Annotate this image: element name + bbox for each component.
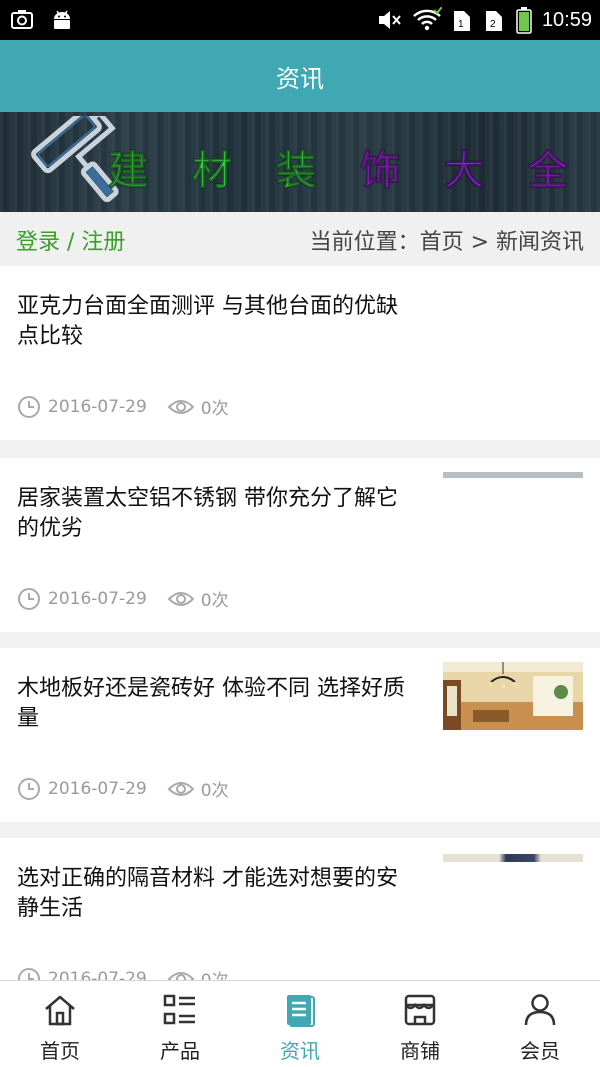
tab-member[interactable]: 会员	[480, 981, 600, 1067]
news-title[interactable]: 选对正确的隔音材料 才能选对想要的安静生活	[17, 864, 407, 924]
tab-label: 资讯	[280, 1039, 320, 1063]
news-meta: 2016-07-29 0次	[17, 394, 229, 419]
svg-text:1: 1	[458, 19, 464, 30]
sim2-icon: 2	[485, 11, 502, 31]
eye-icon	[167, 971, 195, 980]
status-bar: 1 2 10:59	[0, 0, 600, 40]
news-date: 2016-07-29	[48, 778, 147, 799]
member-icon	[524, 994, 556, 1026]
news-document-icon	[287, 995, 315, 1027]
banner-char: 装	[276, 147, 317, 195]
tab-shop[interactable]: 商铺	[360, 981, 480, 1067]
news-meta: 2016-07-29 0次	[17, 966, 229, 980]
tab-home[interactable]: 首页	[0, 981, 120, 1067]
news-date: 2016-07-29	[48, 968, 147, 981]
news-meta: 2016-07-29 0次	[17, 586, 229, 611]
banner-title: 建 材 装 饰 大 全	[108, 138, 569, 196]
banner-char: 饰	[360, 147, 401, 195]
news-meta: 2016-07-29 0次	[17, 776, 229, 801]
tab-label: 会员	[520, 1039, 560, 1063]
news-thumbnail[interactable]	[443, 662, 583, 730]
login-register-link[interactable]: 登录 / 注册	[16, 224, 125, 256]
banner-char: 大	[444, 147, 485, 195]
status-time: 10:59	[541, 8, 592, 31]
header-bar: 资讯	[0, 40, 600, 112]
bottom-tab-bar: 首页 产品 资讯 商铺 会员	[0, 980, 600, 1067]
screenshot-icon	[11, 10, 33, 29]
mute-icon	[378, 11, 401, 29]
news-views: 0次	[200, 781, 229, 801]
news-views: 0次	[201, 966, 229, 980]
clock-icon	[18, 777, 40, 800]
svg-text:2: 2	[490, 19, 496, 30]
wifi-icon	[413, 7, 442, 31]
battery-icon	[516, 7, 532, 34]
news-views: 0次	[200, 591, 229, 611]
android-icon	[54, 10, 70, 29]
news-item[interactable]: 亚克力台面全面测评 与其他台面的优缺点比较 2016-07-29 0次	[0, 266, 600, 440]
news-item[interactable]: 木地板好还是瓷砖好 体验不同 选择好质量 2016-07-29 0次	[0, 648, 600, 822]
news-item[interactable]: 居家装置太空铝不锈钢 带你充分了解它的优劣 2016-07-29 0次	[0, 458, 600, 632]
tab-label: 商铺	[400, 1039, 440, 1063]
news-title[interactable]: 亚克力台面全面测评 与其他台面的优缺点比较	[17, 292, 407, 352]
news-date: 2016-07-29	[48, 588, 147, 609]
tab-label: 首页	[40, 1039, 80, 1063]
page-title: 资讯	[276, 64, 324, 93]
clock-icon	[18, 395, 40, 418]
breadcrumb: 当前位置：首页 > 新闻资讯	[309, 230, 584, 255]
product-list-icon	[163, 994, 195, 1025]
news-date: 2016-07-29	[48, 396, 147, 417]
news-thumbnail[interactable]	[443, 472, 583, 478]
banner-char: 建	[108, 147, 149, 195]
tab-products[interactable]: 产品	[120, 981, 240, 1067]
eye-icon	[167, 399, 195, 414]
tab-label: 产品	[160, 1039, 200, 1063]
tab-news[interactable]: 资讯	[240, 981, 360, 1067]
banner[interactable]: 建 材 装 饰 大 全	[0, 112, 600, 212]
shop-icon	[404, 994, 436, 1026]
news-title[interactable]: 居家装置太空铝不锈钢 带你充分了解它的优劣	[17, 484, 407, 544]
banner-char: 全	[528, 147, 569, 195]
home-icon	[45, 995, 75, 1026]
clock-icon	[18, 967, 40, 980]
eye-icon	[167, 591, 195, 606]
eye-icon	[167, 781, 195, 796]
news-title[interactable]: 木地板好还是瓷砖好 体验不同 选择好质量	[17, 674, 407, 734]
news-views: 0次	[200, 399, 229, 419]
banner-char: 材	[192, 147, 233, 195]
news-thumbnail[interactable]	[443, 854, 583, 862]
breadcrumb-bar: 登录 / 注册 当前位置：首页 > 新闻资讯	[0, 212, 600, 266]
room-image	[443, 662, 583, 730]
news-item[interactable]: 选对正确的隔音材料 才能选对想要的安静生活 2016-07-29 0次	[0, 838, 600, 980]
clock-icon	[18, 587, 40, 610]
sim1-icon: 1	[453, 11, 470, 31]
